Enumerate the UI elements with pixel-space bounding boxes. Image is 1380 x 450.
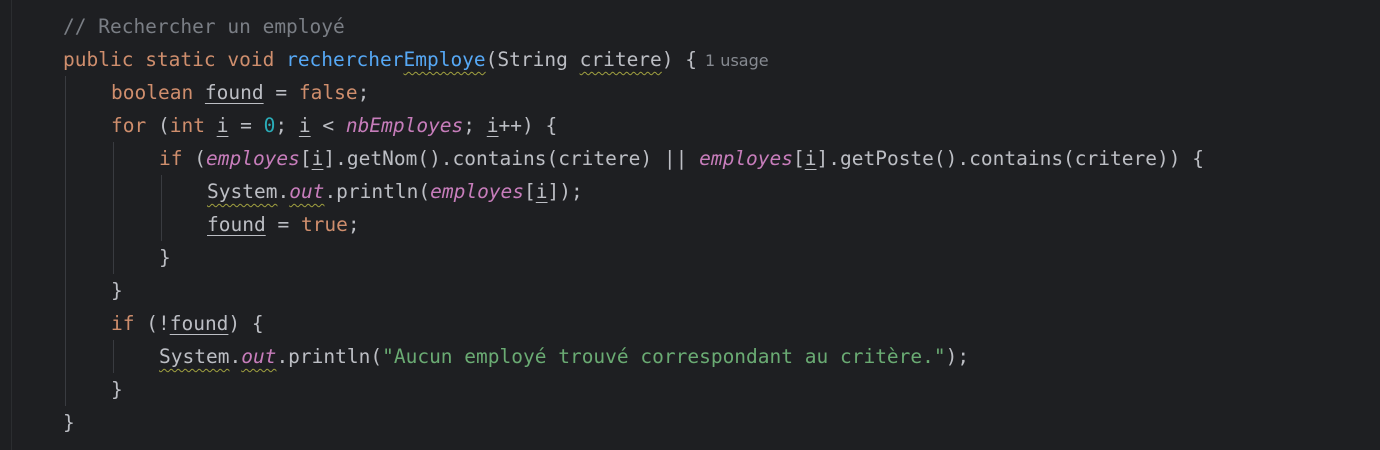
code-token: int	[169, 114, 217, 137]
code-token: System	[159, 345, 230, 368]
code-token: i	[535, 180, 548, 203]
code-token: 0	[263, 114, 276, 137]
code-token: i	[216, 114, 229, 137]
code-token: =	[265, 213, 301, 236]
code-token: critere	[579, 48, 662, 71]
code-token: }	[63, 411, 75, 434]
code-token: (!	[146, 312, 170, 335]
code-token: .println(	[276, 345, 383, 368]
code-token: out	[289, 180, 325, 203]
code-token: ;	[347, 213, 360, 236]
usage-hint[interactable]: 1 usage	[705, 51, 769, 70]
code-token: .	[229, 345, 242, 368]
gutter-divider	[11, 0, 12, 450]
code-token: "Aucun employé trouvé correspondant au c…	[382, 345, 946, 368]
code-token: found	[204, 81, 264, 104]
code-token: .	[277, 180, 290, 203]
code-line[interactable]: public static void rechercherEmploye(Str…	[63, 43, 769, 76]
code-token: ;	[357, 81, 370, 104]
code-editor[interactable]: // Rechercher un employé public static vo…	[0, 0, 1380, 450]
code-token: i	[311, 147, 324, 170]
code-token: Employe	[403, 48, 486, 71]
indent-guide	[113, 340, 114, 373]
code-token: boolean	[111, 81, 205, 104]
code-token: static	[145, 48, 228, 71]
code-token: for	[111, 114, 158, 137]
code-token: ;	[275, 114, 299, 137]
code-token: i	[486, 114, 499, 137]
code-token: ].getPoste().contains(critere)) {	[816, 147, 1204, 170]
code-token: [	[524, 180, 536, 203]
indent-guide	[65, 76, 66, 406]
code-token: out	[241, 345, 277, 368]
code-token: if	[111, 312, 147, 335]
code-token: (	[485, 48, 498, 71]
code-token: =	[228, 114, 264, 137]
code-token: );	[945, 345, 970, 368]
code-line[interactable]: if (!found) {	[111, 307, 264, 340]
code-token: true	[300, 213, 348, 236]
code-line[interactable]: }	[111, 274, 123, 307]
indent-guide	[113, 142, 114, 274]
code-token: (	[157, 114, 170, 137]
code-token: [	[793, 147, 805, 170]
code-token: // Rechercher un employé	[63, 15, 345, 38]
code-token: found	[169, 312, 229, 335]
code-token: public	[63, 48, 146, 71]
code-token: (	[194, 147, 206, 170]
code-line[interactable]: if (employes[i].getNom().contains(criter…	[159, 142, 1204, 175]
code-token: <	[310, 114, 346, 137]
code-line[interactable]: }	[159, 241, 171, 274]
code-line[interactable]: for (int i = 0; i < nbEmployes; i++) {	[111, 109, 557, 142]
code-token: employes	[430, 180, 525, 203]
code-line[interactable]: }	[63, 406, 75, 439]
code-token: System	[207, 180, 278, 203]
code-line[interactable]: found = true;	[207, 208, 360, 241]
code-token: i	[298, 114, 311, 137]
code-token: ++) {	[498, 114, 558, 137]
code-token: if	[159, 147, 195, 170]
code-token: ]);	[547, 180, 583, 203]
code-token: employes	[699, 147, 794, 170]
code-token: =	[263, 81, 299, 104]
code-token: i	[804, 147, 817, 170]
code-token: ) {	[661, 48, 698, 71]
code-token: String	[497, 48, 580, 71]
code-line[interactable]: // Rechercher un employé	[63, 10, 345, 43]
code-token: rechercher	[286, 48, 404, 71]
code-token: nbEmployes	[345, 114, 464, 137]
code-line[interactable]: System.out.println(employes[i]);	[207, 175, 583, 208]
code-token: .println(	[324, 180, 431, 203]
code-line[interactable]: System.out.println("Aucun employé trouvé…	[159, 340, 969, 373]
code-token: employes	[205, 147, 300, 170]
code-token: ].getNom().contains(critere) ||	[323, 147, 700, 170]
code-token: [	[299, 147, 312, 170]
code-token: false	[298, 81, 358, 104]
code-token: ;	[463, 114, 487, 137]
code-token: void	[227, 48, 287, 71]
code-token: }	[159, 246, 171, 269]
code-line[interactable]: boolean found = false;	[111, 76, 369, 109]
code-token: found	[207, 213, 266, 236]
code-token: ) {	[228, 312, 264, 335]
code-token: }	[111, 378, 123, 401]
indent-guide	[161, 175, 162, 241]
code-token: }	[111, 279, 123, 302]
code-line[interactable]: }	[111, 373, 123, 406]
